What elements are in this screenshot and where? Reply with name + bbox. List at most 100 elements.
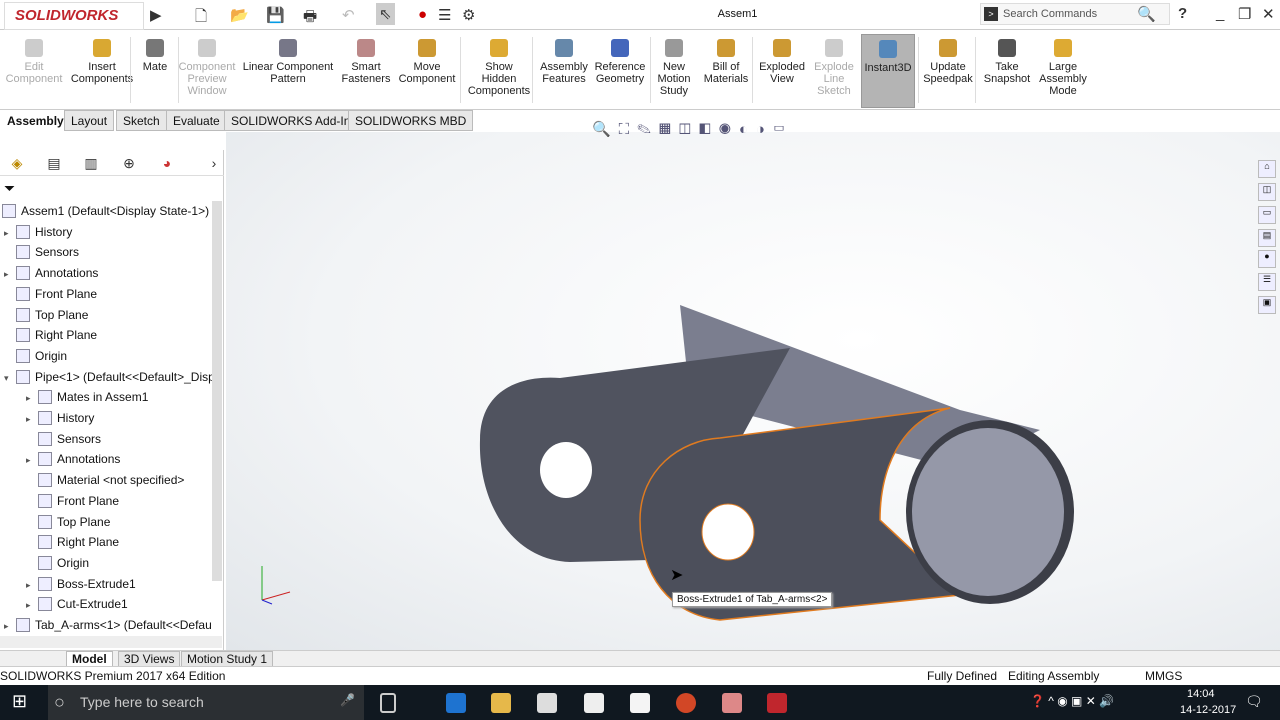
- tree-item[interactable]: ▸ History: [4, 222, 72, 242]
- tree-item[interactable]: Sensors: [4, 242, 79, 262]
- search-icon[interactable]: 🔍: [1137, 5, 1156, 23]
- expand-arrow-icon[interactable]: ▸: [26, 388, 38, 408]
- task-view-icon[interactable]: [380, 693, 396, 713]
- view-home-icon[interactable]: ⌂: [1258, 160, 1276, 178]
- new-document-icon[interactable]: 🗋: [195, 6, 207, 31]
- ribbon-button-bill-of-materials[interactable]: Bill of Materials: [700, 37, 752, 85]
- custom-properties-icon[interactable]: ☰: [1258, 273, 1276, 291]
- tab-layout[interactable]: Layout: [64, 110, 115, 131]
- clock-time[interactable]: 14:04: [1187, 688, 1215, 700]
- ribbon-button-large-assembly-mode[interactable]: Large Assembly Mode: [1036, 37, 1090, 97]
- edge-icon[interactable]: [446, 693, 466, 713]
- assembly-model[interactable]: ➤: [226, 132, 1280, 650]
- ribbon-button-move-component[interactable]: Move Component: [394, 37, 460, 85]
- powerpoint-icon[interactable]: [676, 693, 696, 713]
- expand-arrow-icon[interactable]: ▸: [26, 409, 38, 429]
- system-tray-icons[interactable]: ❓ ^ ◉ ▣ ✕ 🔊: [1030, 694, 1114, 708]
- options-gear-icon[interactable]: ⚙: [462, 6, 475, 24]
- expand-arrow-icon[interactable]: ▸: [26, 575, 38, 595]
- ribbon-button-explode-line-sketch[interactable]: Explode Line Sketch: [812, 37, 856, 97]
- forum-icon[interactable]: ▣: [1258, 296, 1276, 314]
- tree-item[interactable]: Top Plane: [26, 512, 110, 532]
- tab-solidworks-add-ins[interactable]: SOLIDWORKS Add-Ins: [224, 110, 364, 131]
- tree-item[interactable]: Sensors: [26, 429, 101, 449]
- ribbon-button-instant3d[interactable]: Instant3D: [861, 34, 915, 108]
- select-icon[interactable]: ⇖: [376, 3, 395, 25]
- expand-arrow-icon[interactable]: ▸: [4, 616, 16, 636]
- expand-arrow-icon[interactable]: ▸: [26, 595, 38, 615]
- tree-item[interactable]: Right Plane: [4, 325, 97, 345]
- tab-solidworks-mbd[interactable]: SOLIDWORKS MBD: [348, 110, 474, 131]
- snipping-tool-icon[interactable]: [722, 693, 742, 713]
- print-icon[interactable]: 🖶: [303, 6, 317, 31]
- tab-sketch[interactable]: Sketch: [116, 110, 167, 131]
- tree-item[interactable]: ▸ Mates in Assem1: [26, 387, 148, 407]
- ribbon-button-exploded-view[interactable]: Exploded View: [756, 37, 808, 85]
- tree-item[interactable]: Top Plane: [4, 305, 88, 325]
- ribbon-button-edit-component[interactable]: Edit Component: [4, 37, 64, 85]
- tab-assembly[interactable]: Assembly: [0, 110, 71, 131]
- tree-item[interactable]: Assem1 (Default<Display State-1>): [2, 201, 209, 221]
- expand-arrow-icon[interactable]: ▸: [4, 264, 16, 284]
- windows-start-icon[interactable]: ⊞: [12, 691, 27, 712]
- units-selector[interactable]: MMGS: [1145, 667, 1182, 686]
- tree-item[interactable]: Origin: [4, 346, 67, 366]
- configuration-manager-tab-icon[interactable]: ▥: [82, 154, 100, 172]
- tree-item[interactable]: ▾ Pipe<1> (Default<<Default>_Disp: [4, 367, 212, 387]
- bottom-tab-model[interactable]: Model: [66, 651, 113, 667]
- open-icon[interactable]: 📂: [230, 6, 249, 24]
- ribbon-button-new-motion-study[interactable]: New Motion Study: [654, 37, 694, 97]
- display-manager-tab-icon[interactable]: ◕: [158, 154, 176, 172]
- tree-item[interactable]: ▸ Cut-Extrude1: [26, 594, 128, 614]
- rebuild-icon[interactable]: ●: [418, 6, 427, 23]
- tree-item[interactable]: ▸ Tab_A-arms<1> (Default<<Defau: [4, 615, 212, 635]
- bottom-tab-motion-study-1[interactable]: Motion Study 1: [181, 651, 274, 667]
- taskbar-search[interactable]: ○ Type here to search: [48, 685, 364, 720]
- ribbon-button-reference-geometry[interactable]: Reference Geometry: [592, 37, 648, 85]
- solidworks-logo[interactable]: SOLIDWORKS: [4, 2, 144, 30]
- tree-item[interactable]: ▸ Annotations: [4, 263, 98, 283]
- tree-item[interactable]: Front Plane: [26, 491, 119, 511]
- bottom-tab-3d-views[interactable]: 3D Views: [118, 651, 181, 667]
- ribbon-button-mate[interactable]: Mate: [137, 37, 173, 73]
- view-palette-icon[interactable]: ▤: [1258, 229, 1276, 247]
- file-properties-icon[interactable]: ☰: [438, 6, 451, 24]
- ribbon-button-linear-component-pattern[interactable]: Linear Component Pattern: [240, 37, 336, 85]
- file-explorer-icon[interactable]: [491, 693, 511, 713]
- filter-icon[interactable]: ⏷: [4, 180, 15, 197]
- expand-arrow-icon[interactable]: ▸: [26, 450, 38, 470]
- tree-horizontal-scrollbar[interactable]: [0, 636, 222, 648]
- close-button[interactable]: ✕: [1262, 5, 1275, 23]
- expand-arrow-icon[interactable]: ▸: [4, 223, 16, 243]
- restore-button[interactable]: ❐: [1238, 5, 1251, 23]
- solidworks-taskbar-icon[interactable]: [767, 693, 787, 713]
- tab-evaluate[interactable]: Evaluate: [166, 110, 227, 131]
- save-icon[interactable]: 💾: [266, 6, 285, 24]
- ribbon-button-smart-fasteners[interactable]: Smart Fasteners: [338, 37, 394, 85]
- ribbon-button-show-hidden-components[interactable]: Show Hidden Components: [464, 37, 534, 97]
- ribbon-button-insert-components[interactable]: Insert Components: [68, 37, 136, 85]
- heads-up-view-toolbar[interactable]: 🔍⛶✎▦◫◧◉◐◑▭: [592, 120, 793, 138]
- ribbon-button-update-speedpak[interactable]: Update Speedpak: [920, 37, 976, 85]
- ribbon-button-component-preview-window[interactable]: Component Preview Window: [174, 37, 240, 97]
- tree-item[interactable]: ▸ Boss-Extrude1: [26, 574, 136, 594]
- tree-vertical-scrollbar[interactable]: [212, 201, 222, 581]
- property-manager-tab-icon[interactable]: ▤: [45, 154, 63, 172]
- feature-manager-tab-icon[interactable]: ◈: [8, 154, 26, 172]
- ribbon-button-assembly-features[interactable]: Assembly Features: [536, 37, 592, 85]
- view-3d-icon[interactable]: ◫: [1258, 183, 1276, 201]
- tree-item[interactable]: Material <not specified>: [26, 470, 184, 490]
- microphone-icon[interactable]: 🎤: [340, 693, 355, 707]
- help-button[interactable]: ?: [1178, 5, 1187, 22]
- tree-item[interactable]: ▸ History: [26, 408, 94, 428]
- store-icon[interactable]: [537, 693, 557, 713]
- dimxpert-tab-icon[interactable]: ⊕: [120, 154, 138, 172]
- mail-icon[interactable]: [630, 693, 650, 713]
- undo-icon[interactable]: ↶: [342, 6, 355, 24]
- expand-arrow-icon[interactable]: ▾: [4, 368, 16, 388]
- panel-expand-icon[interactable]: ›: [205, 154, 223, 172]
- tree-item[interactable]: Origin: [26, 553, 89, 573]
- appearance-icon[interactable]: ●: [1258, 250, 1276, 268]
- view-folder-icon[interactable]: ▭: [1258, 206, 1276, 224]
- tree-item[interactable]: ▸ Annotations: [26, 449, 120, 469]
